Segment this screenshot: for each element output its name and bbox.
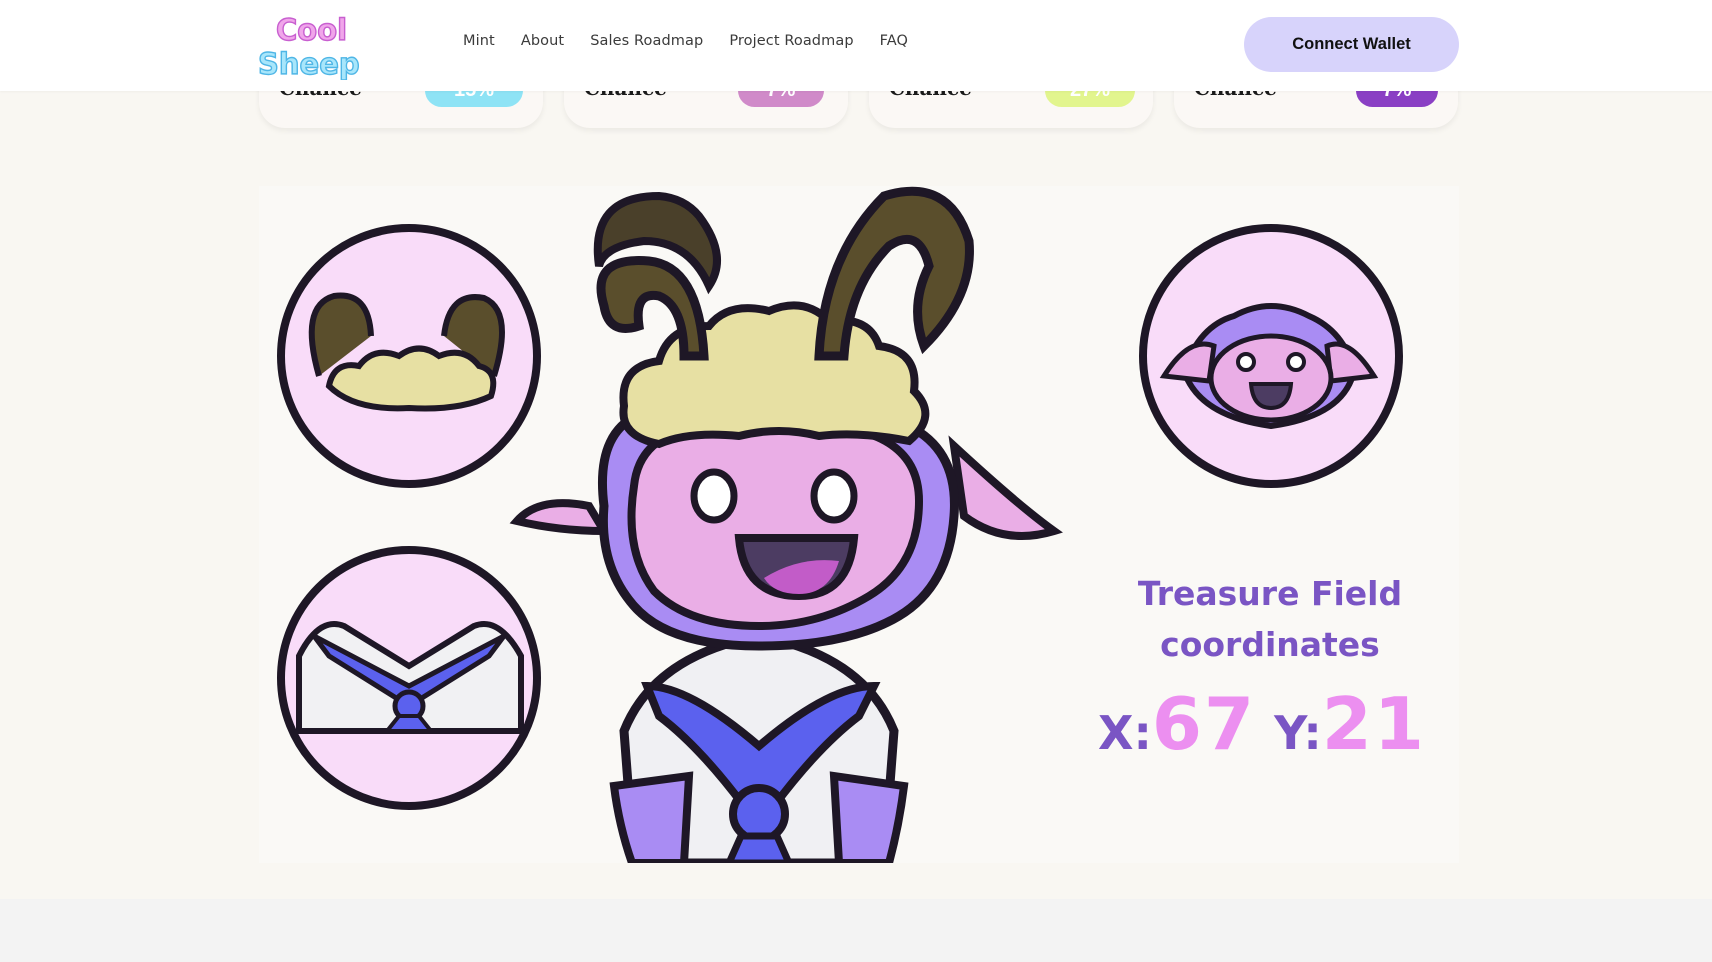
sailor-collar-trait-icon: [277, 546, 541, 810]
nav-mint[interactable]: Mint: [463, 33, 495, 49]
nav-project-roadmap[interactable]: Project Roadmap: [729, 33, 853, 49]
site-header: Cool Sheep Mint About Sales Roadmap Proj…: [0, 0, 1712, 91]
treasure-field-title-line1: Treasure Field: [1137, 574, 1403, 613]
main-nav: Mint About Sales Roadmap Project Roadmap…: [463, 33, 908, 49]
y-value: 21: [1321, 682, 1426, 766]
y-label: Y:: [1274, 706, 1322, 760]
sheep-head-trait-icon: [1139, 224, 1403, 488]
x-value: 67: [1151, 682, 1257, 766]
nav-about[interactable]: About: [521, 33, 564, 49]
nav-faq[interactable]: FAQ: [880, 33, 908, 49]
treasure-field-title-line2: coordinates: [1160, 625, 1380, 664]
logo-line2: Sheep: [258, 47, 360, 80]
treasure-field-title: Treasure Field coordinates: [1100, 568, 1440, 670]
cool-sheep-logo[interactable]: Cool Sheep: [257, 10, 366, 81]
logo-line1: Cool: [276, 13, 347, 47]
x-label: X:: [1098, 706, 1152, 760]
connect-wallet-button[interactable]: Connect Wallet: [1244, 17, 1459, 72]
horns-trait-icon: [277, 224, 541, 488]
section-divider-band: [0, 899, 1712, 962]
treasure-coordinates: X: 67 Y: 21: [1098, 682, 1444, 766]
sheep-character-illustration: [509, 186, 1063, 863]
nav-sales-roadmap[interactable]: Sales Roadmap: [590, 33, 703, 49]
